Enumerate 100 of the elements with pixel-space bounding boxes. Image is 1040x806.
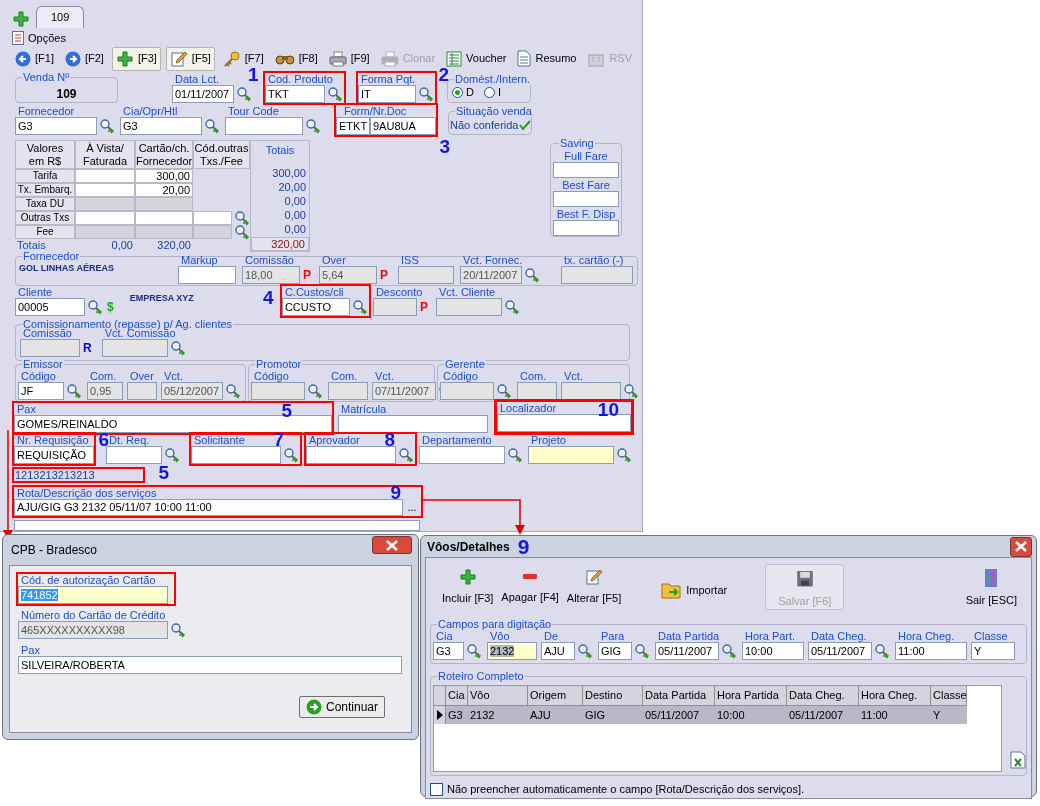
toolbar-button[interactable]: [F3] bbox=[111, 46, 161, 71]
table-cell-text: G3 bbox=[447, 708, 464, 723]
continue-button[interactable]: Continuar bbox=[298, 696, 385, 718]
field-label: Pax bbox=[20, 644, 41, 656]
group-label: Roteiro Completo bbox=[437, 670, 525, 682]
toolbar-button[interactable]: Apagar [F4] bbox=[499, 564, 561, 606]
close-button[interactable] bbox=[372, 536, 412, 554]
toolbar-button[interactable]: Alterar [F5] bbox=[564, 564, 624, 607]
text-field[interactable] bbox=[419, 445, 505, 464]
column-header: Valores em R$ bbox=[15, 139, 75, 169]
text-field[interactable]: 05/11/2007 bbox=[655, 642, 719, 660]
text-field[interactable]: Y bbox=[971, 642, 1015, 660]
lookup-button[interactable] bbox=[98, 116, 116, 135]
text-field[interactable]: 9AU8UA bbox=[370, 116, 436, 135]
column-header: Hora Cheg. bbox=[859, 686, 931, 706]
text-field[interactable]: ETKT bbox=[336, 116, 370, 135]
text-field[interactable]: G3 bbox=[433, 642, 464, 660]
toolbar-button[interactable]: Resumo bbox=[514, 46, 580, 71]
lookup-button[interactable] bbox=[465, 642, 483, 660]
toolbar-button[interactable]: Incluir [F3] bbox=[440, 564, 496, 607]
text-field[interactable]: 05/11/2007 bbox=[808, 642, 872, 660]
field-label: Dt. Req. bbox=[108, 433, 151, 446]
text-field[interactable] bbox=[528, 445, 614, 464]
lookup-button[interactable] bbox=[506, 445, 524, 464]
lookup-button[interactable] bbox=[720, 642, 738, 660]
table-cell-text: 320,00 bbox=[156, 238, 192, 252]
toolbar-button[interactable]: [F8] bbox=[271, 46, 321, 71]
text-field[interactable] bbox=[553, 219, 619, 236]
text-field[interactable]: 2132 bbox=[487, 642, 537, 660]
table-cell-text: 0,00 bbox=[110, 238, 134, 252]
field-label: Best Fare bbox=[561, 178, 611, 191]
lookup-button[interactable] bbox=[633, 642, 651, 660]
toolbar-button[interactable]: Sair [ESC] bbox=[963, 564, 1019, 609]
lookup-button[interactable] bbox=[873, 642, 891, 660]
text-field[interactable] bbox=[306, 445, 396, 464]
text-field[interactable]: SILVEIRA/ROBERTA bbox=[18, 656, 402, 674]
tab[interactable]: 109 bbox=[36, 6, 85, 28]
text-field[interactable]: 10:00 bbox=[742, 642, 804, 660]
text-field[interactable] bbox=[338, 414, 488, 433]
toolbar-button[interactable]: Importar bbox=[659, 576, 730, 600]
field-label: Cód. de autorização Cartão bbox=[20, 574, 157, 586]
field-label: Over bbox=[321, 253, 347, 266]
door-icon bbox=[984, 568, 999, 588]
table-row[interactable]: G3 2132 AJU GIG 05/11/2007 10:00 05/11/2007 11:00 Y bbox=[434, 706, 967, 724]
plus-icon bbox=[115, 49, 134, 68]
lookup-button[interactable] bbox=[203, 116, 221, 135]
lookup-button[interactable] bbox=[282, 445, 300, 464]
lookup-button[interactable] bbox=[163, 445, 181, 464]
toolbar-button[interactable]: [F1] bbox=[12, 46, 57, 71]
list-icon bbox=[446, 50, 463, 67]
text-field[interactable] bbox=[225, 116, 303, 135]
checkbox[interactable] bbox=[430, 782, 443, 796]
text-field[interactable]: CCUSTO bbox=[281, 297, 350, 316]
text-field[interactable] bbox=[553, 161, 619, 178]
text-field[interactable]: JF bbox=[18, 381, 64, 400]
text-field[interactable] bbox=[553, 190, 619, 207]
lookup-button[interactable] bbox=[397, 445, 415, 464]
text-field[interactable] bbox=[106, 445, 162, 464]
table-cell[interactable] bbox=[193, 210, 232, 225]
lookup-button[interactable] bbox=[65, 381, 83, 400]
field-label: Solicitante bbox=[193, 433, 246, 446]
radio-button[interactable] bbox=[483, 87, 495, 99]
lookup-button[interactable] bbox=[304, 116, 322, 135]
lookup-button[interactable] bbox=[326, 84, 344, 103]
more-button[interactable]: ... bbox=[403, 498, 421, 516]
text-field[interactable]: 01/11/2007 bbox=[172, 84, 234, 103]
flag-letter: $ bbox=[107, 298, 114, 316]
lookup-button[interactable] bbox=[615, 445, 633, 464]
text-field[interactable]: G3 bbox=[15, 116, 97, 135]
radio-button[interactable] bbox=[452, 87, 463, 99]
lookup-button[interactable] bbox=[233, 208, 250, 227]
toolbar-button[interactable]: [F5] bbox=[165, 46, 215, 71]
options-menu[interactable]: Opções bbox=[28, 30, 66, 45]
lookup-button[interactable] bbox=[235, 84, 253, 103]
close-button[interactable] bbox=[1010, 536, 1032, 557]
text-field[interactable]: AJU/GIG G3 2132 05/11/07 10:00 11:00 bbox=[14, 498, 403, 516]
text-field[interactable]: TKT bbox=[265, 84, 325, 103]
text-field[interactable]: 00005 bbox=[15, 297, 85, 316]
text-field[interactable]: IT bbox=[358, 84, 416, 103]
field-label: Cia bbox=[435, 630, 454, 642]
text-field[interactable] bbox=[191, 445, 281, 464]
field-label: Vôo bbox=[489, 630, 511, 642]
lookup-button[interactable] bbox=[576, 642, 594, 660]
window-title: Vôos/Detalhes bbox=[426, 538, 510, 556]
field-label: Pax bbox=[16, 402, 37, 415]
text-field[interactable] bbox=[178, 265, 236, 284]
lookup-button[interactable] bbox=[350, 297, 369, 316]
text-field[interactable]: AJU bbox=[541, 642, 575, 660]
toolbar-button[interactable]: [F9] bbox=[325, 46, 373, 71]
text-field[interactable]: REQUISIÇÃO bbox=[14, 445, 94, 464]
lookup-button[interactable] bbox=[86, 297, 104, 316]
lookup-button[interactable] bbox=[417, 84, 435, 103]
text-field[interactable]: 11:00 bbox=[895, 642, 967, 660]
toolbar-button[interactable]: [F2] bbox=[61, 46, 107, 71]
field-label: Para bbox=[600, 630, 626, 642]
text-field[interactable]: GIG bbox=[598, 642, 632, 660]
field-label: Vct. bbox=[374, 369, 395, 382]
client-name: EMPRESA XYZ bbox=[129, 291, 194, 305]
text-field[interactable] bbox=[14, 519, 420, 531]
text-field[interactable]: G3 bbox=[120, 116, 202, 135]
